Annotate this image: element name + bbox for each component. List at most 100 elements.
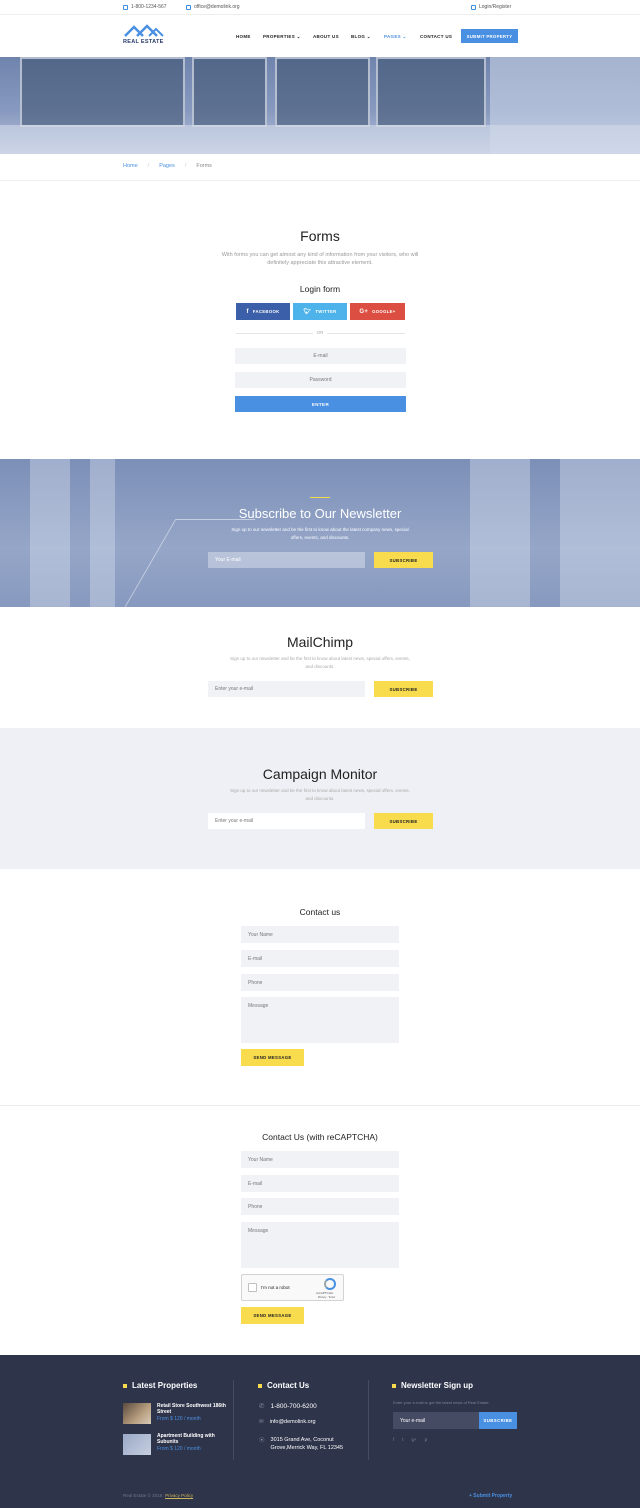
- chevron-down-icon: ⌄: [402, 34, 407, 39]
- accent-square: [258, 1383, 262, 1388]
- footer-phone[interactable]: ✆ 1-800-700-6200: [259, 1402, 317, 1411]
- phone-icon: [123, 4, 128, 10]
- facebook-login-button[interactable]: f FACEBOOK: [236, 303, 290, 320]
- privacy-policy-link[interactable]: Privacy Policy: [165, 1493, 193, 1498]
- footer-submit-property-link[interactable]: + Submit Property: [469, 1493, 512, 1499]
- recaptcha-message-field[interactable]: Message: [241, 1222, 399, 1268]
- submit-property-button[interactable]: SUBMIT PROPERTY: [461, 29, 518, 43]
- breadcrumb-current: Forms: [196, 163, 212, 169]
- login-register-link[interactable]: Login/Register: [471, 4, 511, 10]
- footer-newsletter-email[interactable]: Your e-mail: [393, 1412, 479, 1429]
- recaptcha-phone-field[interactable]: Phone: [241, 1198, 399, 1215]
- recaptcha-logo-icon: [324, 1278, 336, 1290]
- mailchimp-email-field[interactable]: Enter your e-mail: [208, 681, 365, 697]
- property-thumbnail[interactable]: [123, 1403, 151, 1424]
- nav-properties[interactable]: PROPERTIES ⌄: [263, 34, 301, 40]
- divider: [0, 180, 640, 181]
- contact-title: Contact us: [299, 907, 341, 917]
- contact-email-field[interactable]: E-mail: [241, 950, 399, 967]
- contact-phone-field[interactable]: Phone: [241, 974, 399, 991]
- recaptcha-label: I'm not a robot: [261, 1285, 290, 1290]
- phone-icon: ✆: [259, 1403, 265, 1410]
- footer-email[interactable]: ✉ info@demolink.org: [259, 1419, 316, 1425]
- google-login-button[interactable]: G+ GOOGLE+: [350, 303, 405, 320]
- nav-home[interactable]: HOME: [236, 34, 251, 39]
- footer-contact-title: Contact Us: [258, 1381, 309, 1390]
- property-price: From $ 120 / month: [157, 1446, 201, 1452]
- property-name[interactable]: Apartment Building with Subunits: [157, 1433, 227, 1445]
- contact-send-button[interactable]: SEND MESSAGE: [241, 1049, 304, 1066]
- enter-button[interactable]: ENTER: [235, 396, 406, 412]
- page-title: Forms: [301, 42, 339, 57]
- google-plus-icon[interactable]: g+: [412, 1437, 417, 1442]
- top-bar: 1-800-1234-567 office@demolink.org Login…: [0, 0, 640, 15]
- footer-social-links: f t g+ p: [393, 1437, 427, 1442]
- login-password-field[interactable]: Password: [235, 372, 406, 388]
- contact-name-field[interactable]: Your Name: [241, 926, 399, 943]
- contact-message-field[interactable]: Message: [241, 997, 399, 1043]
- accent-square: [123, 1383, 127, 1388]
- newsletter-email-field[interactable]: Your E-mail: [208, 552, 365, 568]
- nav-blog[interactable]: BLOG ⌄: [351, 34, 371, 40]
- facebook-icon: f: [246, 308, 249, 315]
- recaptcha-widget: I'm not a robot reCAPTCHA Privacy - Term…: [241, 1274, 344, 1301]
- mail-icon: [186, 4, 191, 10]
- recaptcha-checkbox[interactable]: [248, 1283, 257, 1292]
- google-plus-icon: G+: [359, 308, 369, 315]
- recaptcha-send-button[interactable]: SEND MESSAGE: [241, 1307, 304, 1324]
- footer-address: ⦿ 3015 Grand Ave, Coconut Grove,Merrick W…: [259, 1437, 344, 1451]
- nav-contact-us[interactable]: CONTACT US: [420, 34, 452, 39]
- pinterest-icon[interactable]: p: [425, 1437, 428, 1442]
- bg-column: [30, 459, 70, 607]
- hero-window: [376, 57, 486, 127]
- recaptcha-contact-title: Contact Us (with reCAPTCHA): [262, 1132, 378, 1142]
- nav-pages[interactable]: PAGES ⌄: [384, 34, 407, 40]
- location-pin-icon: ⦿: [259, 1438, 265, 1444]
- breadcrumb-pages[interactable]: Pages: [159, 163, 175, 169]
- twitter-icon[interactable]: t: [402, 1437, 403, 1442]
- recaptcha-email-field[interactable]: E-mail: [241, 1175, 399, 1192]
- or-label: OR: [316, 330, 324, 335]
- mailchimp-subscribe-button[interactable]: SUBSCRIBE: [374, 681, 433, 697]
- property-name[interactable]: Retail Store Southwest 186th Street: [157, 1403, 227, 1415]
- recaptcha-name-field[interactable]: Your Name: [241, 1151, 399, 1168]
- recaptcha-links[interactable]: Privacy - Terms: [318, 1296, 335, 1299]
- bg-column: [90, 459, 115, 607]
- login-icon: [471, 4, 476, 10]
- login-email-field[interactable]: E-mail: [235, 348, 406, 364]
- facebook-icon[interactable]: f: [393, 1437, 394, 1442]
- footer-copyright: Real Estate © 2018 Privacy Policy: [123, 1493, 194, 1498]
- breadcrumb: Home / Pages / Forms: [123, 163, 212, 169]
- campaign-email-field[interactable]: Enter your e-mail: [208, 813, 365, 829]
- mailchimp-description: Sign up to our newsletter and be the fir…: [230, 656, 410, 669]
- topbar-email[interactable]: office@demolink.org: [186, 4, 240, 10]
- chevron-down-icon: ⌄: [296, 34, 301, 39]
- footer-divider: [233, 1380, 234, 1460]
- bg-column: [560, 459, 640, 607]
- breadcrumb-separator: /: [147, 163, 150, 169]
- newsletter-subscribe-button[interactable]: SUBSCRIBE: [374, 552, 433, 568]
- campaign-description: Sign up to our newsletter and be the fir…: [230, 788, 410, 801]
- accent-square: [392, 1383, 396, 1388]
- topbar-phone[interactable]: 1-800-1234-567: [123, 4, 167, 10]
- hero-banner: [0, 57, 640, 154]
- campaign-title: Campaign Monitor: [262, 766, 378, 782]
- nav-about-us[interactable]: ABOUT US: [313, 34, 339, 39]
- footer-divider: [368, 1380, 369, 1460]
- bg-column: [470, 459, 530, 607]
- accent-line: [310, 497, 330, 498]
- mail-icon: ✉: [259, 1419, 264, 1425]
- property-thumbnail[interactable]: [123, 1434, 151, 1455]
- breadcrumb-separator: /: [184, 163, 187, 169]
- footer: [0, 1355, 640, 1508]
- hero-wall: [490, 57, 640, 154]
- footer-subscribe-button[interactable]: SUBSCRIBE: [479, 1412, 517, 1429]
- twitter-login-button[interactable]: 🐦︎ TWITTER: [293, 303, 347, 320]
- campaign-subscribe-button[interactable]: SUBSCRIBE: [374, 813, 433, 829]
- hero-window: [275, 57, 370, 127]
- twitter-icon: 🐦︎: [303, 309, 312, 315]
- chevron-down-icon: ⌄: [366, 34, 371, 39]
- newsletter-description: Sign up to our newsletter and be the fir…: [231, 527, 409, 540]
- breadcrumb-home[interactable]: Home: [123, 163, 138, 169]
- login-form-title: Login form: [299, 284, 341, 294]
